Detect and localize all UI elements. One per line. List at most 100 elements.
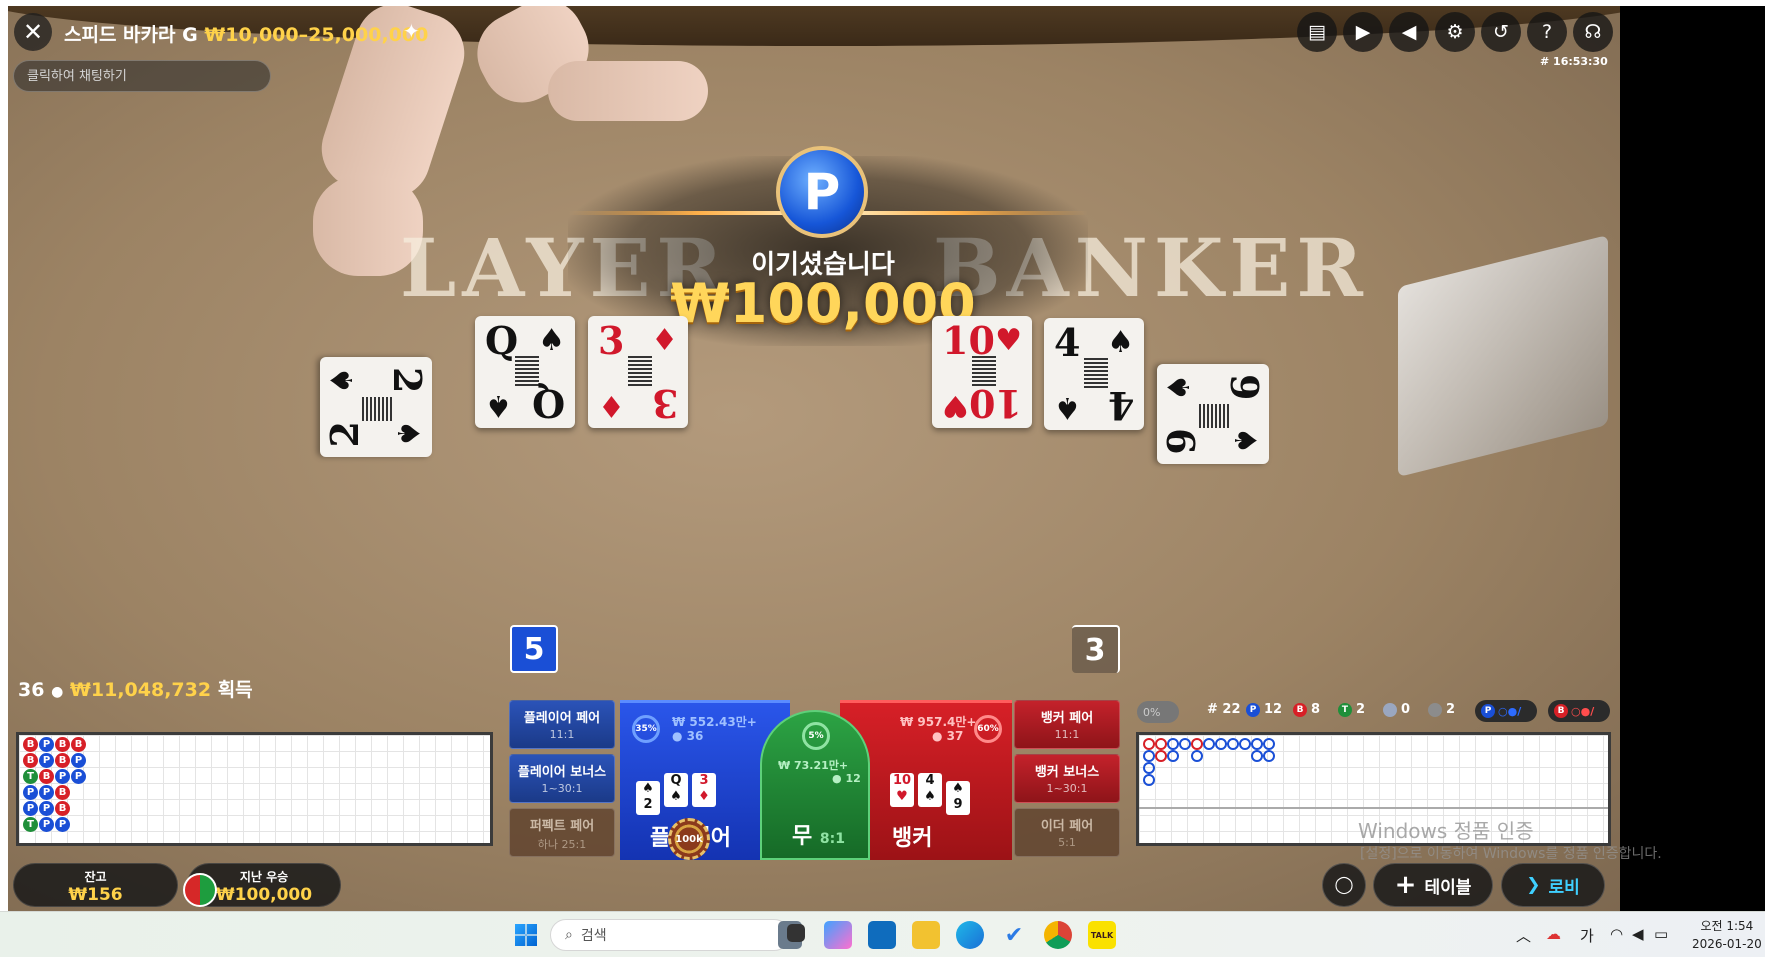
player-card-2: Q ♠ Q ♠ (475, 316, 575, 428)
chat-input[interactable] (13, 60, 271, 92)
volume-icon[interactable]: ◀ (1389, 12, 1429, 52)
close-button[interactable]: ✕ (14, 13, 52, 51)
bead-B: B (23, 753, 38, 768)
search-icon: ⌕ (565, 927, 573, 943)
bead-P: P (39, 753, 54, 768)
big-road-divider (1139, 807, 1608, 809)
banker-mini-card-2: 4 ♠ (918, 773, 942, 807)
win-player-badge: P (776, 146, 868, 238)
stat-player-count: 12 (1264, 702, 1283, 717)
bead-B: B (71, 737, 86, 752)
tie-bettors: ● 12 (832, 772, 861, 785)
wifi-icon[interactable]: ◠ (1610, 925, 1623, 943)
player-bonus-bet[interactable]: 플레이어 보너스 1~30:1 (509, 754, 615, 803)
either-pair-label: 이더 페어 (1040, 819, 1094, 834)
placed-chip[interactable]: 100k (668, 818, 710, 860)
player-mini-card-1: ♠ 2 (636, 781, 660, 815)
favorite-icon[interactable]: ✦ (403, 19, 420, 43)
store-icon[interactable] (868, 921, 896, 949)
players-winnings: 36 ● ₩11,048,732 획득 (18, 675, 253, 702)
stat-banker-pair-count: 2 (1446, 702, 1456, 717)
big-road-mark (1191, 750, 1203, 762)
banker-card-2: 4 ♠ 4 ♠ (1044, 318, 1144, 430)
player-pair-odds: 11:1 (549, 728, 575, 741)
bead-P: P (71, 769, 86, 784)
ask-player-button[interactable]: P ○●/ (1475, 700, 1537, 722)
banker-dot: B (1293, 702, 1307, 717)
speaker-icon[interactable]: ◀ (1632, 925, 1644, 943)
players-suffix: 획득 (217, 679, 253, 701)
player-pct: 35% (632, 715, 660, 743)
big-road-mark (1263, 738, 1275, 750)
stat-tie-count: 2 (1356, 702, 1366, 717)
todo-icon[interactable]: ✔ (1000, 921, 1028, 949)
big-road-mark (1143, 762, 1155, 774)
player-bonus-label: 플레이어 보너스 (517, 765, 607, 780)
help-icon[interactable]: ? (1527, 12, 1567, 52)
right-black-area (1620, 6, 1765, 911)
task-view-icon[interactable] (787, 924, 805, 942)
lobby-button[interactable]: ❯ 로비 (1501, 863, 1605, 907)
battery-icon[interactable]: ▭ (1654, 925, 1668, 943)
bead-B: B (55, 737, 70, 752)
tie-bet[interactable]: 5% ₩ 73.21만+ ● 12 무 8:1 (760, 710, 870, 860)
player-pair-dot (1383, 702, 1397, 717)
bead-P: P (39, 817, 54, 832)
table-button-label: 테이블 (1424, 877, 1472, 898)
bead-B: B (39, 769, 54, 784)
bead-P: P (71, 753, 86, 768)
ask-player-dot: P (1481, 704, 1495, 718)
history-icon[interactable]: ↺ (1481, 12, 1521, 52)
player-pair-bet[interactable]: 플레이어 페어 11:1 (509, 700, 615, 749)
chat-icon[interactable]: ▤ (1297, 12, 1337, 52)
banker-bet-label: 뱅커 (892, 826, 933, 851)
either-pair-bet[interactable]: 이더 페어 5:1 (1014, 808, 1120, 857)
player-score: 5 (510, 625, 558, 673)
perfect-pair-odds: 하나 25:1 (537, 838, 587, 851)
big-road-mark (1143, 750, 1155, 762)
taskbar-search-label: 검색 (580, 928, 607, 944)
dealer-hand-right (548, 61, 708, 121)
chrome-icon[interactable] (1044, 921, 1072, 949)
balance-value: ₩156 (68, 885, 123, 905)
lobby-button-label: 로비 (1548, 877, 1580, 898)
tray-ime[interactable]: 가 (1580, 925, 1594, 946)
bead-P: P (55, 769, 70, 784)
edge-icon[interactable] (956, 921, 984, 949)
player-mini-card-2: Q ♠ (664, 773, 688, 807)
banker-score: 3 (1072, 625, 1120, 673)
round-id: # 16:53:30 (1540, 55, 1608, 68)
taskbar-search[interactable]: ⌕ 검색 (550, 919, 790, 951)
players-amount: ₩11,048,732 (69, 679, 212, 701)
big-road-mark (1155, 750, 1167, 762)
kakaotalk-icon[interactable]: TALK (1088, 921, 1116, 949)
player-pool: ₩ 552.43만+ (672, 715, 757, 729)
perfect-pair-bet[interactable]: 퍼펙트 페어 하나 25:1 (509, 808, 615, 857)
windows-start-icon[interactable] (515, 924, 537, 946)
video-icon[interactable]: ▶ (1343, 12, 1383, 52)
bead-road[interactable]: BPBBBPBPTBPPPPBPPBTPP (16, 732, 493, 846)
settings-icon[interactable]: ⚙ (1435, 12, 1475, 52)
player-card-3: 3 ♦ 3 ♦ (588, 316, 688, 428)
table-button[interactable]: + 테이블 (1373, 863, 1493, 907)
ask-banker-dot: B (1554, 704, 1568, 718)
banker-bonus-bet[interactable]: 뱅커 보너스 1~30:1 (1014, 754, 1120, 803)
ask-banker-button[interactable]: B ○●/ (1548, 700, 1610, 722)
clock-time: 오전 1:54 (1700, 919, 1754, 933)
screen: LAYER BANKER P 이기셨습니다 ₩100,000 2 ♠ 2 ♠ Q ♠ Q ♠ 3… (0, 0, 1765, 957)
banker-pair-bet[interactable]: 뱅커 페어 11:1 (1014, 700, 1120, 749)
banker-bettors-count: 37 (946, 729, 964, 743)
tray-chevron-icon[interactable]: ︿ (1516, 925, 1531, 946)
system-clock[interactable]: 오전 1:54 2026-01-20 (1692, 917, 1762, 953)
tray-onedrive-icon[interactable]: ☁ (1546, 925, 1561, 943)
player-card-1: 2 ♠ 2 ♠ (320, 357, 432, 457)
file-explorer-icon[interactable] (912, 921, 940, 949)
banker-card-3: 9 ♠ 9 ♠ (1157, 364, 1269, 464)
chip-stack-button[interactable]: ◯ (1322, 863, 1366, 907)
support-icon[interactable]: ☊ (1573, 12, 1613, 52)
stat-player-pair-count: 0 (1401, 702, 1411, 717)
copilot-icon[interactable] (824, 921, 852, 949)
player-bettors-count: 36 (686, 729, 704, 743)
stats-percent-toggle[interactable]: 0% (1137, 701, 1179, 723)
banker-bonus-odds: 1~30:1 (1046, 782, 1088, 795)
